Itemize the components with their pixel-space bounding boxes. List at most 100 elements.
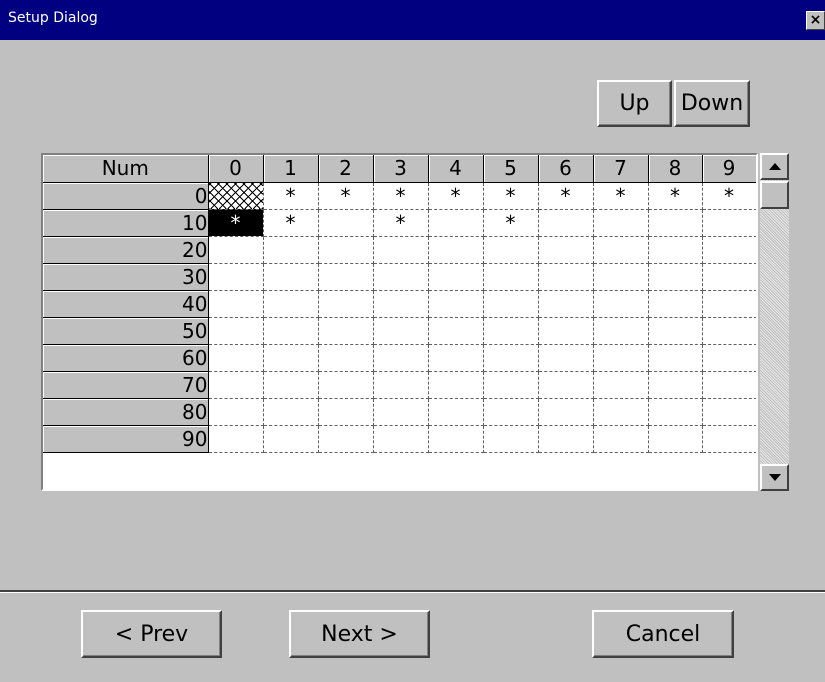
grid-cell[interactable] [263,290,319,318]
scroll-up-button[interactable] [760,153,789,180]
grid-cell[interactable]: * [483,182,539,210]
grid-cell[interactable] [593,236,649,264]
grid-cell[interactable] [263,263,319,291]
grid-cell[interactable] [428,371,484,399]
grid-cell[interactable]: * [593,182,649,210]
grid-cell[interactable] [538,290,594,318]
next-button[interactable]: Next > [289,610,430,658]
grid-cell[interactable] [263,236,319,264]
grid-cell[interactable]: * [538,182,594,210]
grid-cell[interactable] [702,209,756,237]
grid-cell[interactable] [593,398,649,426]
grid-cell[interactable] [208,182,264,210]
grid-cell[interactable] [373,317,429,345]
grid-cell[interactable]: * [263,182,319,210]
grid-cell[interactable] [208,371,264,399]
grid-cell[interactable] [373,344,429,372]
grid-cell[interactable] [538,371,594,399]
grid-cell[interactable] [648,317,703,345]
grid-cell[interactable] [373,398,429,426]
grid-cell[interactable] [428,209,484,237]
grid-cell[interactable] [318,209,374,237]
grid-cell[interactable] [373,371,429,399]
grid-cell[interactable] [318,344,374,372]
grid-cell[interactable]: * [373,209,429,237]
grid-cell[interactable] [648,398,703,426]
vertical-scrollbar[interactable] [760,153,789,491]
grid-cell[interactable] [483,317,539,345]
grid-cell[interactable] [538,209,594,237]
grid-cell[interactable] [648,263,703,291]
grid-cell[interactable] [538,398,594,426]
grid-cell[interactable] [373,263,429,291]
grid-cell[interactable] [538,263,594,291]
cancel-button[interactable]: Cancel [592,610,734,658]
grid-cell[interactable] [702,317,756,345]
scroll-thumb[interactable] [760,181,789,209]
grid-cell[interactable] [428,290,484,318]
grid-cell[interactable] [483,425,539,453]
grid-cell[interactable] [208,317,264,345]
grid-cell[interactable] [318,263,374,291]
grid-cell[interactable] [593,290,649,318]
grid-cell[interactable] [318,317,374,345]
grid-cell[interactable] [263,371,319,399]
grid-cell[interactable] [373,290,429,318]
up-button[interactable]: Up [597,80,672,127]
grid-cell[interactable] [702,236,756,264]
grid-cell[interactable] [263,317,319,345]
grid-cell[interactable] [373,236,429,264]
grid-cell[interactable]: * [318,182,374,210]
grid-cell[interactable] [208,263,264,291]
grid-cell[interactable] [593,344,649,372]
grid-cell[interactable] [538,317,594,345]
grid-cell[interactable] [538,425,594,453]
grid-cell[interactable] [428,398,484,426]
grid-cell[interactable] [702,425,756,453]
grid-cell[interactable] [208,398,264,426]
close-button[interactable]: × [806,11,825,30]
grid-cell[interactable] [208,236,264,264]
prev-button[interactable]: < Prev [81,610,222,658]
grid-cell[interactable]: * [483,209,539,237]
grid-cell[interactable] [593,263,649,291]
grid-cell[interactable] [648,209,703,237]
grid-cell[interactable] [208,290,264,318]
grid-cell[interactable] [648,425,703,453]
down-button[interactable]: Down [674,80,750,127]
grid-cell[interactable]: * [373,182,429,210]
grid-cell[interactable] [318,371,374,399]
grid-cell[interactable] [428,425,484,453]
grid-cell[interactable] [318,425,374,453]
grid-cell[interactable] [538,236,594,264]
grid-cell[interactable]: * [648,182,703,210]
grid-cell[interactable] [208,344,264,372]
grid-cell[interactable]: * [702,182,756,210]
grid-cell[interactable] [702,263,756,291]
grid-cell[interactable] [483,263,539,291]
grid-cell[interactable] [483,290,539,318]
grid-cell[interactable] [702,371,756,399]
grid-cell[interactable] [263,425,319,453]
grid-cell[interactable] [208,425,264,453]
grid-cell[interactable] [428,317,484,345]
grid-cell[interactable] [648,290,703,318]
grid-cell[interactable] [428,236,484,264]
grid-cell[interactable]: * [428,182,484,210]
grid-cell[interactable] [263,344,319,372]
grid-cell[interactable] [593,371,649,399]
grid-cell[interactable] [593,425,649,453]
grid-cell[interactable] [702,344,756,372]
grid-cell[interactable] [702,290,756,318]
grid-cell[interactable]: * [263,209,319,237]
grid-cell[interactable] [483,236,539,264]
grid-cell[interactable]: * [208,209,264,237]
grid-cell[interactable] [483,344,539,372]
grid-cell[interactable] [428,344,484,372]
grid-cell[interactable] [648,371,703,399]
grid-cell[interactable] [648,236,703,264]
grid-cell[interactable] [318,398,374,426]
grid-cell[interactable] [593,317,649,345]
grid-cell[interactable] [483,398,539,426]
grid-cell[interactable] [648,344,703,372]
